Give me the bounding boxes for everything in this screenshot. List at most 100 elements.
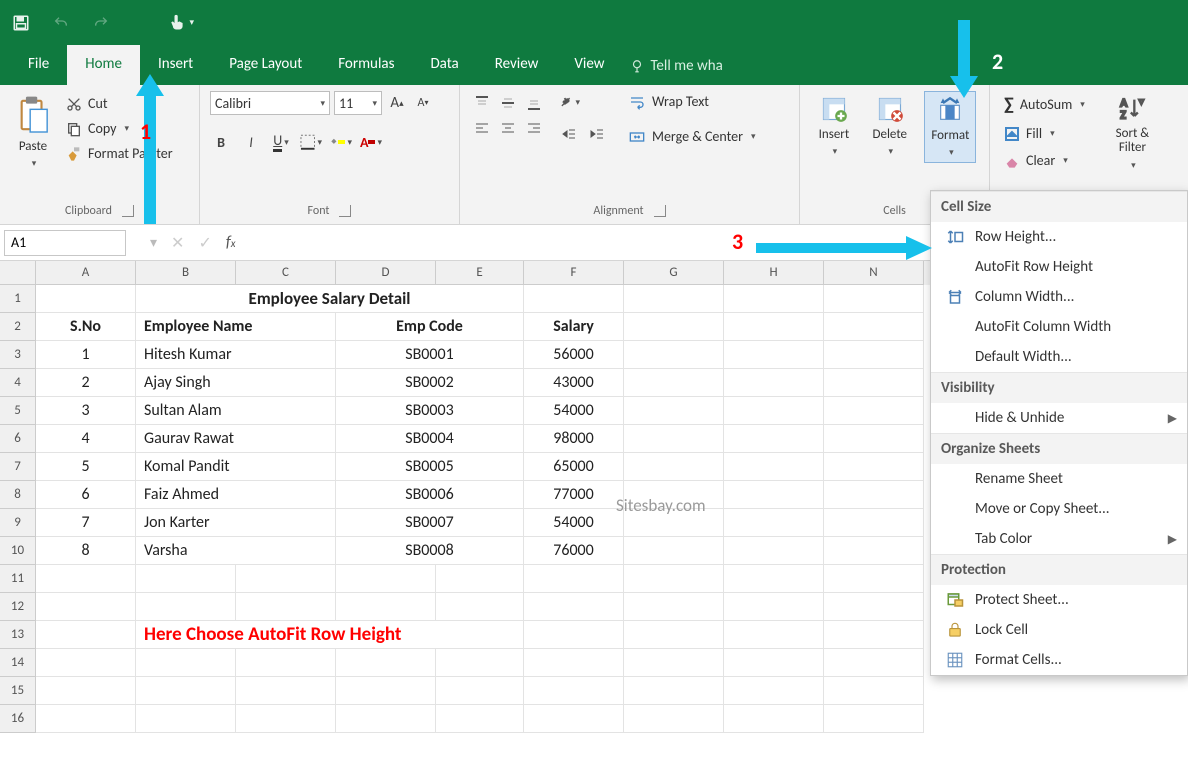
cell-code[interactable]: SB0007 <box>336 509 524 537</box>
clear-button[interactable]: Clear▾ <box>1000 150 1089 171</box>
cell[interactable] <box>36 649 136 677</box>
cell[interactable] <box>624 313 724 341</box>
menu-item-tab-color[interactable]: Tab Color▶ <box>931 524 1187 554</box>
cell-salary[interactable]: 77000 <box>524 481 624 509</box>
font-color-button[interactable]: A▾ <box>360 131 382 153</box>
cell[interactable] <box>136 705 236 733</box>
cell[interactable] <box>824 285 924 313</box>
cell[interactable] <box>336 677 436 705</box>
cell-sno[interactable]: 3 <box>36 397 136 425</box>
col-header-F[interactable]: F <box>524 261 624 285</box>
cell[interactable] <box>724 397 824 425</box>
col-header-D[interactable]: D <box>336 261 436 285</box>
alignment-dialog-launcher[interactable] <box>654 205 666 217</box>
cell[interactable] <box>624 677 724 705</box>
cell-code[interactable]: SB0005 <box>336 453 524 481</box>
cell[interactable] <box>724 565 824 593</box>
menu-item-autofit-row-height[interactable]: AutoFit Row Height <box>931 252 1187 282</box>
row-header-8[interactable]: 8 <box>0 481 36 509</box>
cell[interactable] <box>824 621 924 649</box>
cell-code[interactable]: SB0001 <box>336 341 524 369</box>
cancel-formula-icon[interactable]: ✕ <box>171 233 184 253</box>
col-header-B[interactable]: B <box>136 261 236 285</box>
cell-salary[interactable]: 65000 <box>524 453 624 481</box>
cell[interactable] <box>624 285 724 313</box>
row-header-15[interactable]: 15 <box>0 677 36 705</box>
cell[interactable] <box>724 509 824 537</box>
cell[interactable] <box>236 677 336 705</box>
row-header-14[interactable]: 14 <box>0 649 36 677</box>
col-header-N[interactable]: N <box>824 261 924 285</box>
cell[interactable] <box>524 621 624 649</box>
menu-item-autofit-column-width[interactable]: AutoFit Column Width <box>931 312 1187 342</box>
menu-item-default-width[interactable]: Default Width... <box>931 342 1187 372</box>
cell[interactable] <box>724 313 824 341</box>
cell[interactable] <box>336 705 436 733</box>
commit-formula-icon[interactable]: ✓ <box>198 233 211 253</box>
align-right-icon[interactable] <box>522 117 546 141</box>
cell[interactable] <box>136 593 236 621</box>
cell[interactable] <box>824 313 924 341</box>
header-sno[interactable]: S.No <box>36 313 136 341</box>
cell-name[interactable]: Jon Karter <box>136 509 336 537</box>
orientation-icon[interactable]: ab▾ <box>558 91 580 113</box>
align-bottom-icon[interactable] <box>522 91 546 115</box>
row-header-5[interactable]: 5 <box>0 397 36 425</box>
cell[interactable] <box>724 425 824 453</box>
cell[interactable] <box>624 649 724 677</box>
cell[interactable] <box>436 705 524 733</box>
cell[interactable] <box>824 425 924 453</box>
cell[interactable] <box>724 677 824 705</box>
cell[interactable] <box>724 705 824 733</box>
menu-item-hide-unhide[interactable]: Hide & Unhide▶ <box>931 403 1187 433</box>
tab-page-layout[interactable]: Page Layout <box>211 45 320 85</box>
cell[interactable] <box>36 621 136 649</box>
cell[interactable] <box>724 593 824 621</box>
cell[interactable] <box>624 705 724 733</box>
cell-name[interactable]: Gaurav Rawat <box>136 425 336 453</box>
cell[interactable] <box>36 565 136 593</box>
select-all-corner[interactable] <box>0 261 36 285</box>
menu-item-rename-sheet[interactable]: Rename Sheet <box>931 464 1187 494</box>
cell[interactable] <box>824 481 924 509</box>
row-header-3[interactable]: 3 <box>0 341 36 369</box>
cell[interactable] <box>524 705 624 733</box>
cell-name[interactable]: Hitesh Kumar <box>136 341 336 369</box>
menu-item-format-cells[interactable]: Format Cells... <box>931 645 1187 675</box>
menu-item-row-height[interactable]: Row Height... <box>931 222 1187 252</box>
wrap-text-button[interactable]: Wrap Text <box>624 91 760 112</box>
cell-salary[interactable]: 54000 <box>524 509 624 537</box>
menu-item-protect-sheet[interactable]: Protect Sheet... <box>931 585 1187 615</box>
decrease-font-icon[interactable]: A▾ <box>412 92 434 114</box>
cell[interactable] <box>36 285 136 313</box>
cell[interactable] <box>624 453 724 481</box>
cell[interactable] <box>824 453 924 481</box>
fill-button[interactable]: Fill▾ <box>1000 123 1089 144</box>
cell[interactable] <box>236 705 336 733</box>
cell[interactable] <box>336 593 436 621</box>
col-header-A[interactable]: A <box>36 261 136 285</box>
increase-font-icon[interactable]: A▴ <box>386 92 408 114</box>
cell[interactable] <box>824 565 924 593</box>
tab-home[interactable]: Home <box>67 45 140 85</box>
cell[interactable] <box>36 677 136 705</box>
cell-code[interactable]: SB0004 <box>336 425 524 453</box>
cell[interactable] <box>336 649 436 677</box>
cell[interactable] <box>436 593 524 621</box>
tell-me[interactable]: Tell me wha <box>622 47 730 85</box>
borders-button[interactable]: ▾ <box>300 131 322 153</box>
cell[interactable] <box>824 509 924 537</box>
cell[interactable] <box>36 705 136 733</box>
cell-name[interactable]: Varsha <box>136 537 336 565</box>
cell[interactable] <box>524 677 624 705</box>
cell-sno[interactable]: 5 <box>36 453 136 481</box>
cell[interactable] <box>136 565 236 593</box>
cell[interactable] <box>236 565 336 593</box>
autosum-button[interactable]: ∑AutoSum▾ <box>1000 91 1089 117</box>
format-button[interactable]: Format▾ <box>924 91 976 163</box>
cell[interactable] <box>136 649 236 677</box>
name-box[interactable] <box>4 230 126 256</box>
redo-icon[interactable] <box>88 10 114 36</box>
cell-sno[interactable]: 8 <box>36 537 136 565</box>
cell[interactable] <box>36 593 136 621</box>
